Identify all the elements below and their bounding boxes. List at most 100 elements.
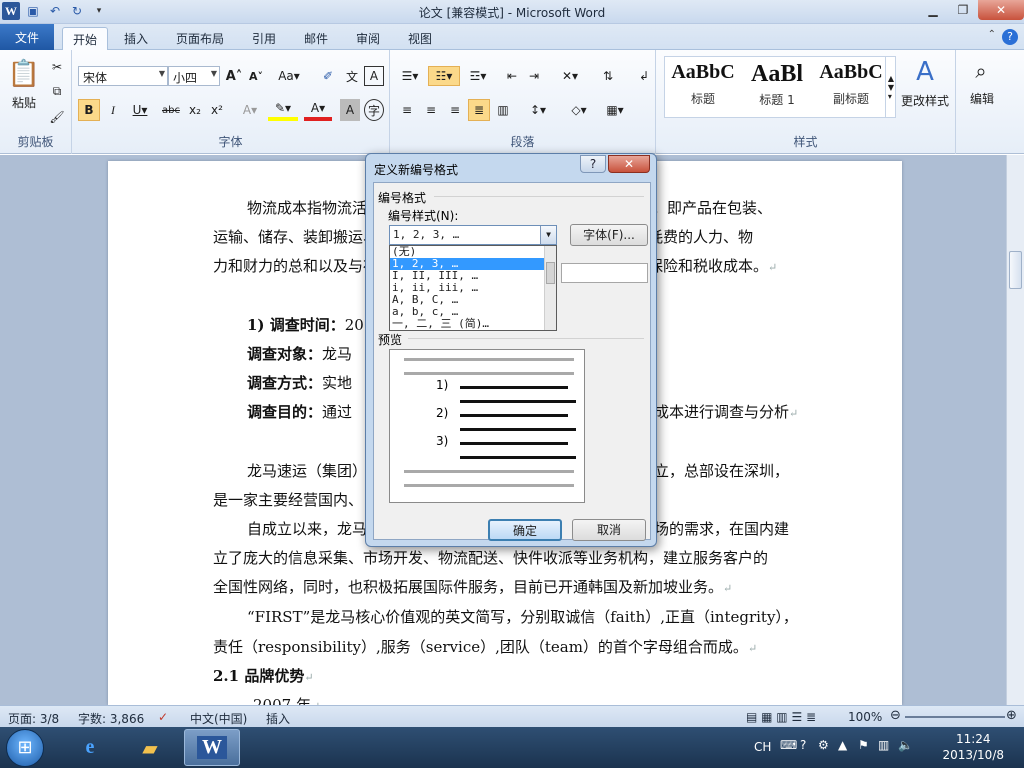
view-buttons[interactable]: ▤ ▦ ▥ ☰ ≣ <box>746 710 816 724</box>
italic-button[interactable]: I <box>102 99 124 121</box>
clock[interactable]: 11:24 2013/10/8 <box>942 731 1004 763</box>
superscript-button[interactable]: x² <box>206 99 228 121</box>
help-icon[interactable]: ? <box>1002 29 1018 45</box>
format-painter-icon[interactable]: 🖌 <box>48 108 66 126</box>
number-style-combo[interactable]: 1, 2, 3, … ▼ <box>389 225 557 245</box>
maximize-button[interactable]: ❐ <box>948 0 978 20</box>
minimize-button[interactable]: ▁ <box>918 0 948 20</box>
distributed-icon[interactable]: ▥ <box>492 99 514 121</box>
font-name-combo[interactable]: 宋体 ▼ <box>78 66 168 86</box>
show-marks-icon[interactable]: ↲ <box>634 66 654 86</box>
phonetic-guide-icon[interactable]: 文 <box>342 66 362 86</box>
cancel-button[interactable]: 取消 <box>572 519 646 541</box>
action-center-icon[interactable]: ⚑ <box>858 738 869 752</box>
styles-scroll-icon[interactable]: ▲ ▼ ▾ <box>885 57 896 117</box>
highlight-color-icon[interactable]: ✎▾ <box>268 99 298 121</box>
borders-icon[interactable]: ▦▾ <box>600 99 630 121</box>
zoom-in-icon[interactable]: ⊕ <box>1006 708 1017 723</box>
character-shading-icon[interactable]: A <box>340 99 360 121</box>
clear-format-icon[interactable]: ✐ <box>318 66 338 86</box>
word-count[interactable]: 字数: 3,866 <box>78 710 144 727</box>
numbering-icon[interactable]: ☷▾ <box>428 66 460 86</box>
number-style-list[interactable]: (无) 1, 2, 3, … I, II, III, … i, ii, iii,… <box>389 245 557 331</box>
text-effects-icon[interactable]: A▾ <box>238 99 262 121</box>
find-icon[interactable]: ⌕ <box>966 56 996 86</box>
tab-references[interactable]: 引用 <box>242 27 286 50</box>
bullets-icon[interactable]: ☰▾ <box>396 66 424 86</box>
sort-icon[interactable]: ⇅ <box>598 66 618 86</box>
tab-insert[interactable]: 插入 <box>114 27 158 50</box>
increase-indent-icon[interactable]: ⇥ <box>524 66 544 86</box>
copy-icon[interactable]: ⧉ <box>48 82 66 100</box>
list-scrollbar-thumb[interactable] <box>546 262 555 284</box>
editing-button[interactable]: 编辑 <box>960 90 1004 106</box>
grow-font-icon[interactable]: A˄ <box>224 66 244 86</box>
style-subtitle[interactable]: AaBbC 副标题 <box>815 61 887 107</box>
preview-gray-line <box>404 358 574 361</box>
network-icon[interactable]: ▥ <box>878 738 889 752</box>
zoom-level[interactable]: 100% <box>848 710 882 724</box>
zoom-slider[interactable] <box>905 716 1005 718</box>
align-right-icon[interactable]: ≡ <box>444 99 466 121</box>
keyboard-icon[interactable]: ⌨ <box>780 738 797 752</box>
cut-icon[interactable]: ✂ <box>48 58 66 76</box>
proofing-icon[interactable]: ✓ <box>158 710 168 724</box>
tab-page-layout[interactable]: 页面布局 <box>166 27 234 50</box>
tab-file[interactable]: 文件 <box>0 24 54 50</box>
start-button[interactable]: ⊞ <box>6 729 44 767</box>
dialog-help-button[interactable]: ? <box>580 155 606 173</box>
change-styles-icon[interactable]: A <box>900 54 950 90</box>
tray-settings-icon[interactable]: ⚙ <box>818 738 829 752</box>
subscript-button[interactable]: x₂ <box>184 99 206 121</box>
decrease-indent-icon[interactable]: ⇤ <box>502 66 522 86</box>
dialog-close-button[interactable]: ✕ <box>608 155 650 173</box>
scrollbar-thumb[interactable] <box>1009 251 1022 289</box>
align-left-icon[interactable]: ≡ <box>396 99 418 121</box>
preview-gray-line <box>404 372 574 375</box>
list-scrollbar[interactable] <box>544 246 556 330</box>
enclose-characters-icon[interactable]: 字 <box>364 99 384 121</box>
tray-expand-icon[interactable]: ▲ <box>838 738 847 752</box>
align-center-icon[interactable]: ≡ <box>420 99 442 121</box>
change-styles-button[interactable]: 更改样式 <box>896 92 954 108</box>
paste-button[interactable]: 粘贴 <box>4 94 44 110</box>
font-color-icon[interactable]: A▾ <box>304 99 332 121</box>
ie-taskbar-icon[interactable]: e <box>62 729 118 766</box>
change-case-icon[interactable]: Aa▾ <box>276 66 302 86</box>
chinese-layout-icon[interactable]: ✕▾ <box>556 66 584 86</box>
strikethrough-button[interactable]: abc <box>160 99 182 121</box>
line-spacing-icon[interactable]: ↕▾ <box>524 99 552 121</box>
ok-button[interactable]: 确定 <box>488 519 562 541</box>
multilevel-list-icon[interactable]: ☲▾ <box>464 66 492 86</box>
explorer-taskbar-icon[interactable]: ▰ <box>122 729 178 766</box>
volume-icon[interactable]: 🔈 <box>898 738 913 752</box>
tab-home[interactable]: 开始 <box>62 27 109 50</box>
number-format-input[interactable] <box>561 263 648 283</box>
language-status[interactable]: 中文(中国) <box>190 710 247 727</box>
chevron-down-icon[interactable]: ▼ <box>540 226 556 244</box>
bold-button[interactable]: B <box>78 99 100 121</box>
font-button[interactable]: 字体(F)... <box>570 224 648 246</box>
page-count[interactable]: 页面: 3/8 <box>8 710 59 727</box>
vertical-scrollbar[interactable] <box>1006 155 1024 705</box>
underline-button[interactable]: U▾ <box>126 99 154 121</box>
word-taskbar-icon[interactable]: W <box>184 729 240 766</box>
font-size-combo[interactable]: 小四 ▼ <box>168 66 220 86</box>
tab-review[interactable]: 审阅 <box>346 27 390 50</box>
close-button[interactable]: ✕ <box>978 0 1024 20</box>
paste-icon[interactable]: 📋 <box>8 56 40 92</box>
ime-indicator[interactable]: CH <box>754 740 771 754</box>
zoom-out-icon[interactable]: ⊖ <box>890 708 901 723</box>
shrink-font-icon[interactable]: A˅ <box>246 66 266 86</box>
tray-help-icon[interactable]: ? <box>800 738 806 752</box>
insert-mode-status[interactable]: 插入 <box>266 710 290 727</box>
tab-view[interactable]: 视图 <box>398 27 442 50</box>
style-title[interactable]: AaBbC 标题 <box>667 61 739 107</box>
ribbon-minimize-icon[interactable]: ⌃ <box>988 29 996 40</box>
shading-icon[interactable]: ◇▾ <box>564 99 594 121</box>
character-border-icon[interactable]: A <box>364 66 384 86</box>
tab-mailings[interactable]: 邮件 <box>294 27 338 50</box>
list-item[interactable]: 一, 二, 三 (简)… <box>390 318 556 330</box>
style-heading-1[interactable]: AaBl 标题 1 <box>741 61 813 108</box>
justify-icon[interactable]: ≣ <box>468 99 490 121</box>
